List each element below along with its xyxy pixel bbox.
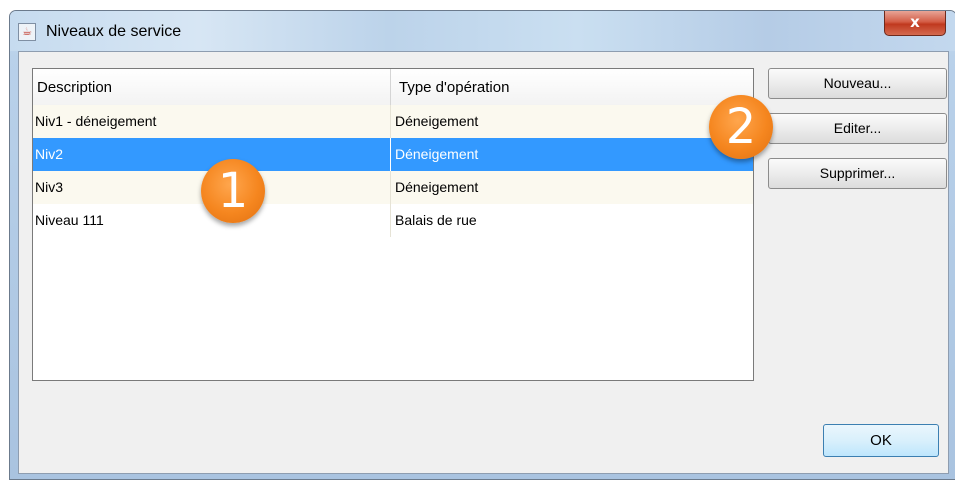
ok-button[interactable]: OK: [823, 424, 939, 457]
table-row[interactable]: Niveau 111 Balais de rue: [33, 204, 753, 237]
table-row[interactable]: Niv3 Déneigement: [33, 171, 753, 204]
title-bar[interactable]: ☕ Niveaux de service x: [10, 11, 955, 51]
table-row[interactable]: Niv1 - déneigement Déneigement: [33, 105, 753, 138]
edit-button[interactable]: Editer...: [768, 113, 947, 144]
table-header: Description Type d'opération: [33, 69, 753, 106]
column-header-description[interactable]: Description: [33, 69, 391, 105]
cell-operation-type: Balais de rue: [395, 212, 477, 228]
cell-operation-type: Déneigement: [395, 146, 479, 162]
new-button[interactable]: Nouveau...: [768, 68, 947, 99]
cell-description: Niv1 - déneigement: [33, 105, 391, 138]
close-button[interactable]: x: [884, 11, 946, 36]
cell-operation-type: Déneigement: [395, 179, 479, 195]
annotation-marker-1: 1: [201, 159, 265, 223]
dialog-window: ☕ Niveaux de service x Description Type …: [9, 10, 955, 480]
service-levels-table: Description Type d'opération Niv1 - déne…: [32, 68, 754, 381]
window-title: Niveaux de service: [46, 23, 182, 40]
annotation-marker-2: 2: [709, 95, 773, 159]
column-header-operation-type[interactable]: Type d'opération: [391, 69, 753, 105]
java-app-icon: ☕: [18, 23, 36, 41]
dialog-content: Description Type d'opération Niv1 - déne…: [18, 51, 949, 474]
table-row-selected[interactable]: Niv2 Déneigement: [33, 138, 753, 171]
delete-button[interactable]: Supprimer...: [768, 158, 947, 189]
background-strip: [0, 0, 9, 481]
cell-operation-type: Déneigement: [395, 113, 479, 129]
